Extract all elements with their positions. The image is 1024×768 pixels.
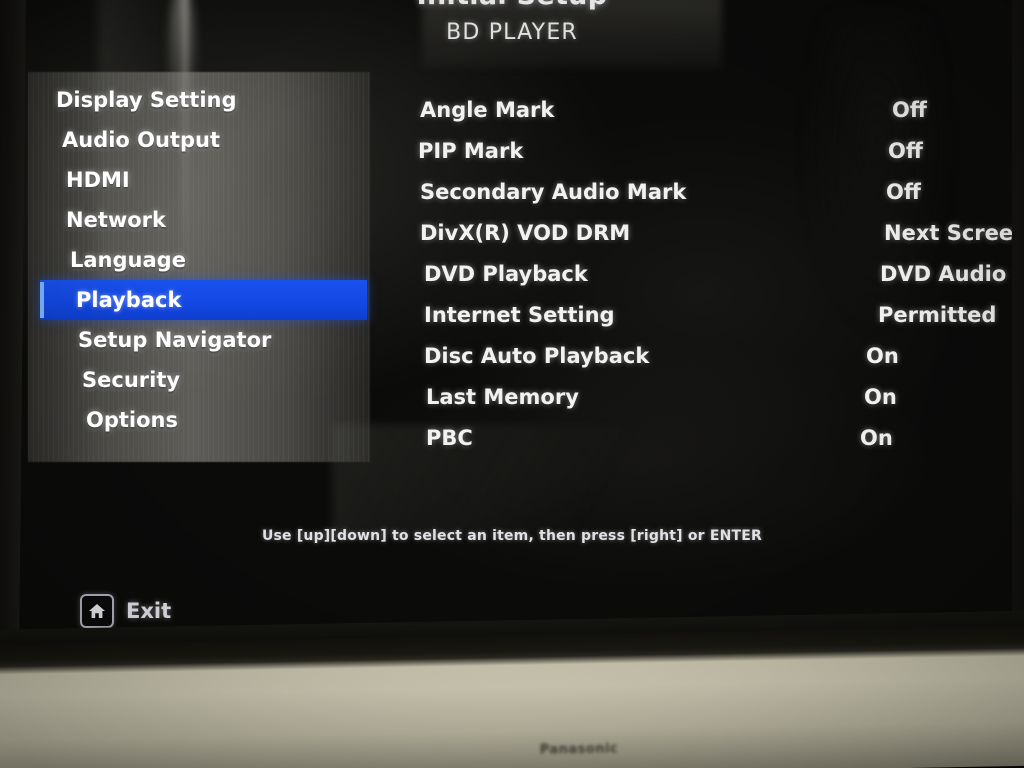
category-item-label: Network	[66, 208, 167, 232]
setting-value[interactable]: Off	[886, 172, 921, 213]
setting-value[interactable]: Next Screen	[884, 213, 1022, 254]
category-menu: Display Setting Audio Output HDMI Network La…	[28, 80, 388, 440]
exit-button[interactable]: Exit	[80, 594, 171, 628]
category-item-options[interactable]: Options	[28, 400, 388, 440]
setting-row[interactable]: Angle Mark Off	[394, 90, 1022, 131]
category-item-label: Security	[82, 368, 181, 392]
settings-list: Angle Mark Off PIP Mark Off Secondary Audio …	[394, 90, 1022, 459]
setting-value[interactable]: Off	[892, 90, 927, 131]
brand-logo: Panasonic	[539, 741, 619, 758]
bezel-right	[1012, 0, 1024, 690]
category-item-setup-navigator[interactable]: Setup Navigator	[28, 320, 388, 360]
category-item-label: HDMI	[66, 168, 130, 192]
setting-value[interactable]: DVD Audio	[880, 254, 1006, 295]
setting-name: Secondary Audio Mark	[420, 180, 687, 204]
setting-name: Disc Auto Playback	[424, 344, 650, 368]
setting-value[interactable]: On	[864, 377, 897, 418]
setting-value[interactable]: On	[860, 418, 893, 459]
category-item-label: Options	[86, 408, 178, 432]
page-title: Initial Setup	[2, 0, 1022, 11]
setting-row[interactable]: Last Memory On	[394, 377, 1022, 418]
category-item-playback[interactable]: Playback	[28, 280, 388, 320]
osd-root: Initial Setup BD PLAYER Display Setting A…	[2, 0, 1022, 642]
tv-photo: Initial Setup BD PLAYER Display Setting A…	[0, 0, 1024, 768]
category-item-label: Language	[70, 248, 186, 272]
setting-row[interactable]: DivX(R) VOD DRM Next Screen	[394, 213, 1022, 254]
setting-name: DVD Playback	[424, 262, 588, 286]
setting-name: Last Memory	[426, 385, 579, 409]
navigation-hint: Use [up][down] to select an item, then p…	[261, 528, 763, 544]
setting-row[interactable]: DVD Playback DVD Audio	[394, 254, 1022, 295]
category-item-network[interactable]: Network	[28, 200, 388, 240]
tv-body	[0, 625, 1024, 768]
category-item-security[interactable]: Security	[28, 360, 388, 400]
setting-row[interactable]: Disc Auto Playback On	[394, 336, 1022, 377]
setting-row[interactable]: Internet Setting Permitted	[394, 295, 1022, 336]
setting-row[interactable]: Secondary Audio Mark Off	[394, 172, 1022, 213]
category-item-label: Audio Output	[62, 128, 221, 152]
setting-name: Angle Mark	[420, 98, 555, 122]
setting-row[interactable]: PBC On	[394, 418, 1022, 459]
category-item-display-setting[interactable]: Display Setting	[28, 80, 388, 120]
setting-name: PBC	[426, 426, 473, 450]
setting-value[interactable]: On	[866, 336, 899, 377]
tv-screen: Initial Setup BD PLAYER Display Setting A…	[2, 0, 1022, 642]
page-subtitle: BD PLAYER	[446, 20, 578, 45]
setting-name: Internet Setting	[424, 303, 615, 327]
category-item-label: Setup Navigator	[78, 328, 272, 352]
setting-name: DivX(R) VOD DRM	[420, 221, 631, 245]
category-item-audio-output[interactable]: Audio Output	[28, 120, 388, 160]
setting-value[interactable]: Off	[888, 131, 923, 172]
category-item-label: Display Setting	[56, 88, 237, 112]
setting-name: PIP Mark	[418, 139, 524, 163]
category-item-label: Playback	[76, 288, 182, 312]
home-icon	[80, 594, 114, 628]
category-item-hdmi[interactable]: HDMI	[28, 160, 388, 200]
setting-row[interactable]: PIP Mark Off	[394, 131, 1022, 172]
exit-label: Exit	[126, 599, 172, 623]
setting-value[interactable]: Permitted	[878, 295, 996, 336]
category-item-language[interactable]: Language	[28, 240, 388, 280]
